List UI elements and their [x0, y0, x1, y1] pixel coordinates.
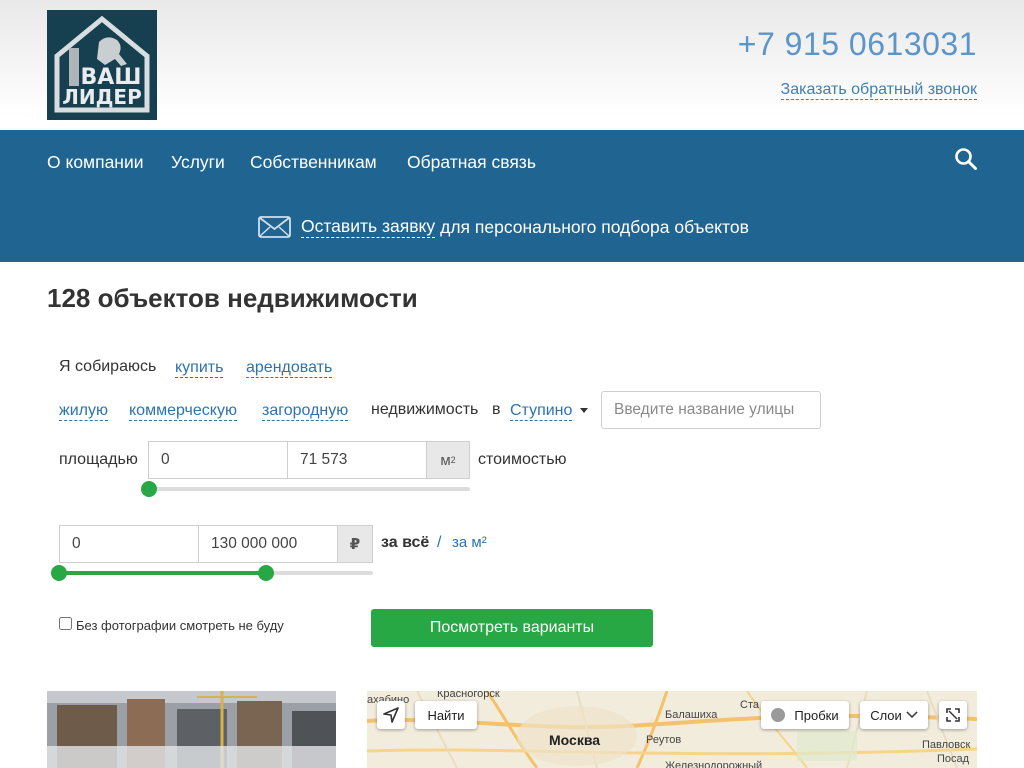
intro-label: Я собираюсь: [59, 358, 157, 375]
nav-item-feedback[interactable]: Обратная связь: [407, 152, 536, 173]
property-photo[interactable]: [47, 691, 336, 768]
price-mode-separator: /: [437, 534, 442, 551]
map-place-label: Ста: [740, 699, 759, 711]
city-select[interactable]: Ступино: [510, 401, 573, 421]
price-max-input[interactable]: [198, 525, 338, 563]
type-commercial-link[interactable]: коммерческую: [129, 401, 237, 421]
chevron-down-icon: [906, 711, 918, 719]
map-place-label: Москва: [549, 732, 601, 748]
no-photo-label[interactable]: Без фотографии смотреть не буду: [76, 618, 284, 633]
per-m2-option[interactable]: за м²: [452, 534, 487, 551]
layers-button[interactable]: Слои: [860, 701, 928, 729]
map-place-label: Железнодорожный: [665, 760, 763, 768]
construction-image: [47, 691, 336, 768]
page-title: 128 объектов недвижимости: [47, 283, 418, 313]
no-photo-checkbox[interactable]: [59, 617, 72, 630]
area-label: площадью: [59, 451, 138, 468]
nav-item-services[interactable]: Услуги: [171, 152, 225, 173]
rent-link[interactable]: арендовать: [246, 358, 333, 378]
svg-text:ЛИДЕР: ЛИДЕР: [62, 85, 141, 109]
chevron-down-icon[interactable]: [580, 408, 588, 413]
map-place-label: Балашиха: [665, 709, 718, 721]
search-icon[interactable]: [954, 147, 978, 171]
type-country-link[interactable]: загородную: [262, 401, 349, 421]
area-max-input[interactable]: [287, 441, 427, 479]
buy-link[interactable]: купить: [175, 358, 224, 378]
map-place-label: Красногорск: [437, 691, 500, 700]
area-unit: м2: [426, 441, 470, 479]
locate-arrow-icon[interactable]: [377, 701, 405, 729]
area-unit-text: м: [440, 451, 451, 469]
request-text: для персонального подбора объектов: [440, 216, 749, 237]
nav-item-owners[interactable]: Собственникам: [250, 152, 377, 173]
nav-item-about[interactable]: О компании: [47, 152, 144, 173]
request-link[interactable]: Оставить заявку: [301, 216, 436, 238]
mail-icon: [258, 216, 291, 238]
logo-image: ВАШ ЛИДЕР: [47, 10, 157, 120]
traffic-label: Пробки: [794, 707, 839, 723]
price-slider-max-handle[interactable]: [258, 565, 275, 581]
map-place-label: Павловск: [922, 739, 971, 751]
type-residential-link[interactable]: жилую: [59, 401, 108, 421]
ruble-unit: ₽: [337, 525, 373, 563]
price-slider-range: [59, 571, 267, 575]
street-input[interactable]: [601, 391, 821, 429]
area-min-input[interactable]: [148, 441, 288, 479]
map-place-label: Посад: [937, 753, 970, 765]
traffic-icon: [771, 708, 786, 722]
show-options-button[interactable]: Посмотреть варианты: [371, 609, 653, 647]
map-widget[interactable]: ахабино Красногорск Балашиха Ста Москва …: [367, 691, 977, 768]
in-label: в: [492, 401, 501, 418]
area-unit-sup: 2: [450, 455, 456, 465]
company-logo[interactable]: ВАШ ЛИДЕР: [47, 10, 157, 120]
map-find-button[interactable]: Найти: [415, 701, 477, 729]
property-label: недвижимость: [371, 401, 479, 418]
request-banner: Оставить заявку для персонального подбор…: [258, 216, 749, 238]
for-all-option[interactable]: за всё: [381, 534, 429, 552]
site-header: ВАШ ЛИДЕР +7 915 0613031 Заказать обратн…: [0, 0, 1024, 130]
map-place-label: Реутов: [646, 734, 682, 746]
layers-label: Слои: [870, 707, 902, 723]
callback-link[interactable]: Заказать обратный звонок: [780, 80, 977, 100]
traffic-button[interactable]: Пробки: [761, 701, 849, 729]
fullscreen-icon[interactable]: [939, 701, 967, 729]
area-slider-track[interactable]: [148, 487, 470, 491]
main-nav: О компании Услуги Собственникам Обратная…: [0, 130, 1024, 262]
cost-label: стоимостью: [478, 451, 567, 468]
price-min-input[interactable]: [59, 525, 199, 563]
price-slider-min-handle[interactable]: [51, 565, 67, 581]
area-slider-handle[interactable]: [141, 481, 157, 497]
phone-number[interactable]: +7 915 0613031: [738, 26, 977, 63]
